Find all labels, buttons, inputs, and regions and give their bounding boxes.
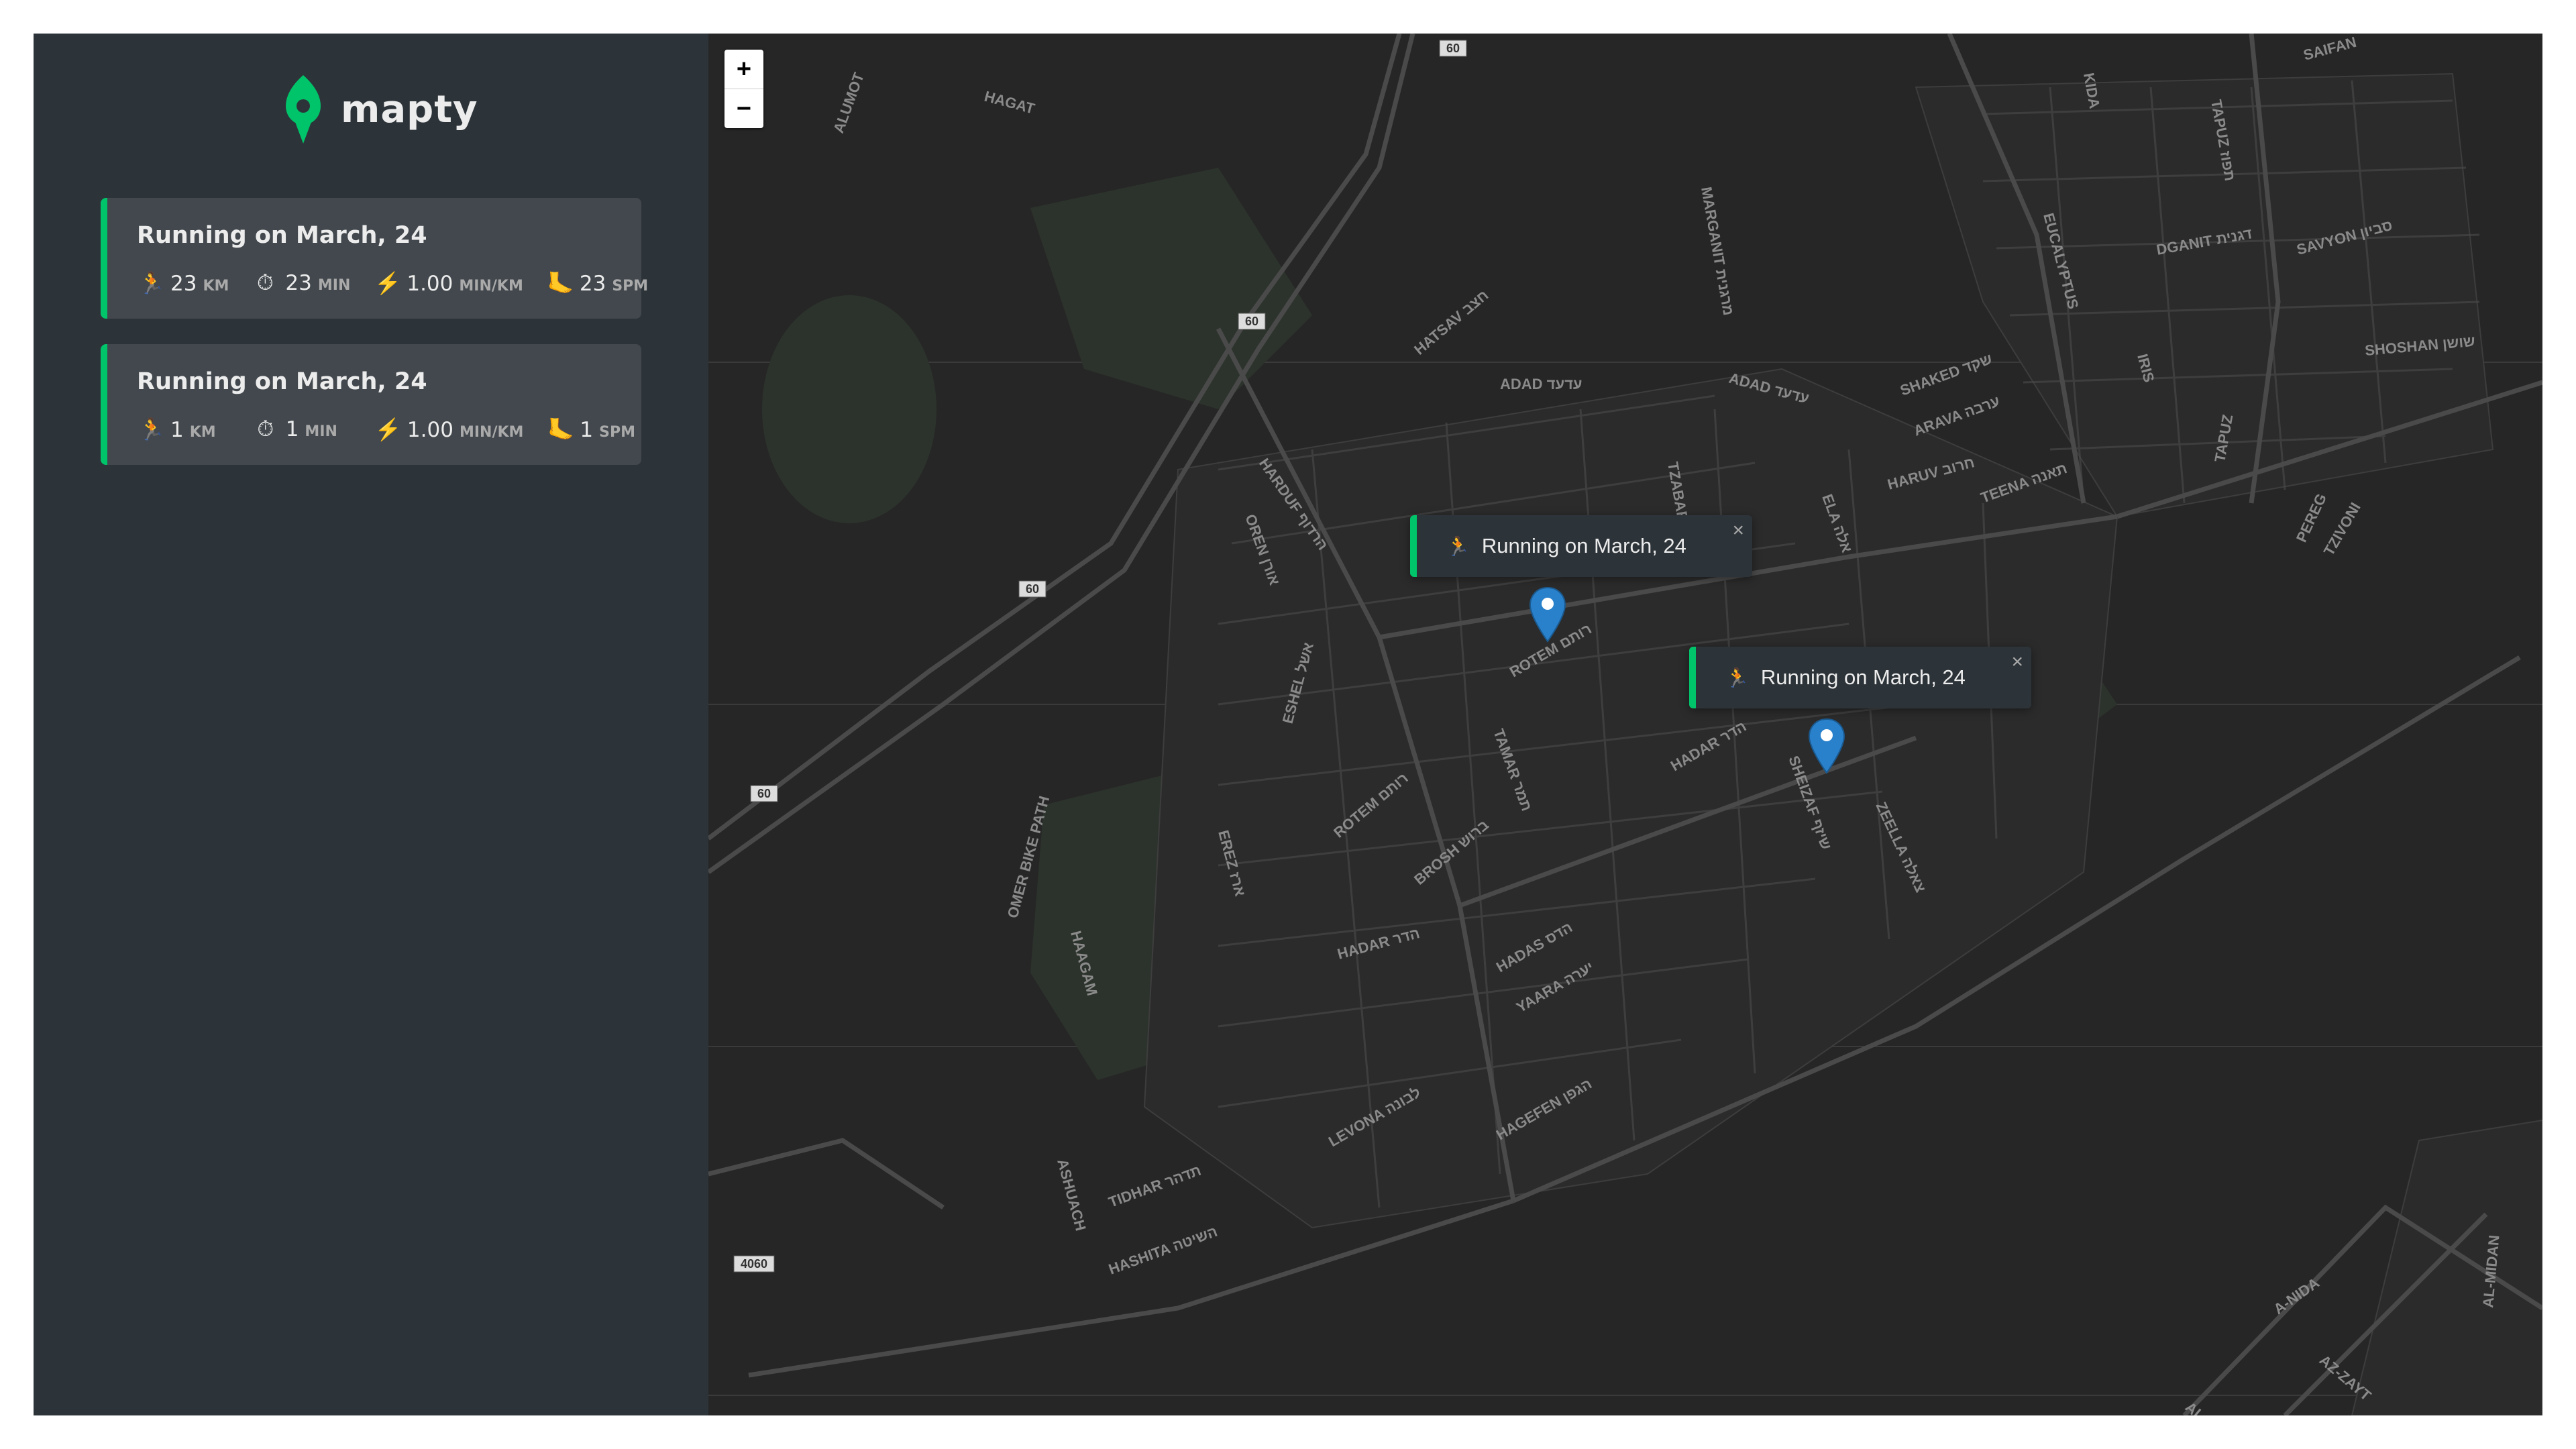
runner-icon: 🏃: [1725, 667, 1749, 688]
svg-text:60: 60: [1446, 42, 1460, 55]
popup-close-button[interactable]: ×: [2011, 651, 2023, 674]
workout-card[interactable]: Running on March, 24 🏃 23 km ⏱ 23 min ⚡: [101, 198, 648, 319]
popup-close-button[interactable]: ×: [1732, 519, 1744, 542]
svg-text:60: 60: [757, 787, 771, 800]
svg-text:ALUMOT: ALUMOT: [830, 70, 867, 135]
workout-list: Running on March, 24 🏃 23 km ⏱ 23 min ⚡: [101, 198, 648, 490]
svg-text:A-NIDA: A-NIDA: [2271, 1274, 2322, 1318]
workout-distance: 🏃 1 km: [138, 417, 216, 442]
workout-distance: 🏃 23 km: [138, 271, 229, 296]
svg-text:HATSAV חצב: HATSAV חצב: [1411, 286, 1491, 358]
svg-text:SAIFAN: SAIFAN: [2302, 34, 2358, 64]
zoom-in-button[interactable]: +: [724, 50, 763, 89]
map-base-layer: HATSAV חצב ADAD עדעד ADAD עדעד MARGANIT …: [708, 34, 2542, 1415]
svg-text:ARAVA ערבה: ARAVA ערבה: [1911, 392, 2002, 439]
workout-title: Running on March, 24: [137, 222, 427, 249]
workout-duration: ⏱ 23 min: [253, 270, 350, 296]
logo-text: mapty: [341, 87, 478, 131]
map[interactable]: HATSAV חצב ADAD עדעד ADAD עדעד MARGANIT …: [708, 34, 2542, 1415]
sidebar: mapty Running on March, 24 🏃 23 km ⏱ 23 …: [34, 34, 708, 1415]
popup-label: Running on March, 24: [1760, 665, 1966, 689]
svg-text:HAGAT: HAGAT: [983, 88, 1037, 117]
map-marker-icon[interactable]: [1529, 586, 1566, 643]
runner-icon: 🏃: [1446, 535, 1470, 557]
svg-text:HASHITA השיטה: HASHITA השיטה: [1106, 1223, 1220, 1278]
svg-text:60: 60: [1245, 315, 1258, 328]
zoom-control: + −: [724, 50, 763, 128]
lightning-icon: ⚡: [374, 417, 402, 441]
runner-icon: 🏃: [138, 271, 165, 295]
workout-popup[interactable]: 🏃 Running on March, 24 ×: [1689, 647, 2031, 708]
workout-card[interactable]: Running on March, 24 🏃 1 km ⏱ 1 min ⚡ 1: [101, 344, 641, 465]
stopwatch-icon: ⏱: [256, 270, 274, 294]
workout-cadence: 🦶 1 spm: [547, 417, 636, 442]
zoom-out-button[interactable]: −: [724, 89, 763, 128]
app-root: mapty Running on March, 24 🏃 23 km ⏱ 23 …: [34, 34, 2542, 1415]
svg-text:ASHUACH: ASHUACH: [1054, 1157, 1089, 1233]
map-marker-icon[interactable]: [1808, 718, 1845, 774]
workout-pace: ⚡ 1.00 min/km: [374, 417, 524, 442]
svg-text:4060: 4060: [741, 1257, 767, 1271]
logo: mapty: [283, 72, 478, 146]
runner-icon: 🏃: [138, 417, 165, 441]
svg-text:AL-YASM: AL-YASM: [2182, 1399, 2243, 1415]
workout-duration: ⏱ 1 min: [254, 417, 337, 442]
foot-icon: 🦶: [547, 271, 574, 295]
svg-text:TZIVONI: TZIVONI: [2320, 500, 2364, 559]
map-pin-logo-icon: [286, 75, 321, 144]
foot-icon: 🦶: [547, 417, 575, 441]
svg-text:60: 60: [1026, 582, 1039, 596]
lightning-icon: ⚡: [374, 271, 402, 295]
svg-text:MARGANIT מרגנית: MARGANIT מרגנית: [1698, 186, 1737, 317]
popup-label: Running on March, 24: [1481, 534, 1686, 557]
svg-text:ADAD עדעד: ADAD עדעד: [1500, 376, 1582, 392]
svg-text:PEREG: PEREG: [2293, 491, 2330, 545]
workout-title: Running on March, 24: [137, 368, 427, 395]
svg-text:TIDHAR תדהר: TIDHAR תדהר: [1106, 1162, 1203, 1211]
workout-cadence: 🦶 23 spm: [547, 271, 649, 296]
workout-popup[interactable]: 🏃 Running on March, 24 ×: [1410, 515, 1752, 577]
stopwatch-icon: ⏱: [257, 417, 274, 441]
workout-stats: 🏃 23 km ⏱ 23 min ⚡ 1.00 min/km: [138, 270, 648, 296]
workout-stats: 🏃 1 km ⏱ 1 min ⚡ 1.00 min/km: [138, 417, 635, 442]
workout-pace: ⚡ 1.00 min/km: [374, 271, 523, 296]
svg-text:SHAKED שקד: SHAKED שקד: [1898, 350, 1994, 399]
